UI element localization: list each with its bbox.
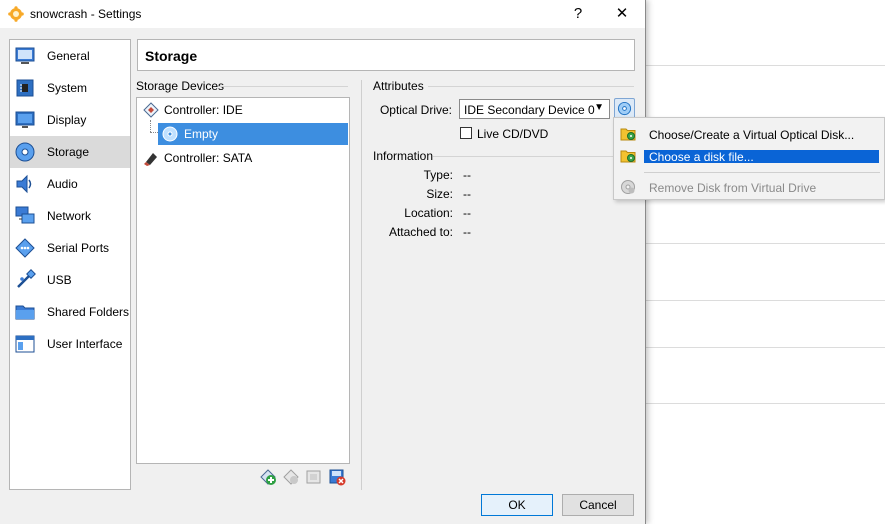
storage-icon (15, 142, 35, 162)
disk-file-folder-icon (620, 150, 636, 163)
page-header: Storage (137, 39, 635, 71)
sidebar-item-label: Shared Folders (47, 305, 130, 319)
usb-icon (17, 269, 36, 288)
menu-item-choose-disk-file[interactable]: Choose a disk file... (614, 149, 884, 171)
group-separator (433, 156, 634, 157)
close-button[interactable]: ✕ (611, 4, 633, 24)
storage-tree[interactable]: Controller: IDE Empty Controller: SATA (136, 97, 350, 464)
remove-attachment-icon[interactable] (328, 468, 346, 486)
menu-separator (644, 172, 880, 173)
sidebar-item-shared-folders[interactable]: Shared Folders (10, 296, 130, 328)
add-controller-icon[interactable] (259, 468, 277, 486)
info-location-value: -- (463, 206, 471, 220)
info-size-value: -- (463, 187, 471, 201)
sidebar-item-label: User Interface (47, 337, 123, 351)
optical-drive-label: Optical Drive: (379, 103, 452, 117)
cancel-button[interactable]: Cancel (562, 494, 634, 516)
menu-item-choose-create-disk[interactable]: Choose/Create a Virtual Optical Disk... (614, 123, 884, 145)
sata-controller-icon (144, 153, 157, 166)
settings-sidebar: General System Display Storage Audio Net… (9, 39, 131, 490)
page-title: Storage (145, 48, 198, 64)
chevron-down-icon: ▼ (594, 102, 604, 113)
sidebar-item-label: Storage (47, 145, 90, 159)
sidebar-item-network[interactable]: Network (10, 200, 130, 232)
background-divider (646, 347, 885, 348)
background-divider (646, 65, 885, 66)
remove-disk-icon (621, 180, 635, 194)
sidebar-item-storage[interactable]: Storage (10, 136, 130, 168)
menu-item-label: Remove Disk from Virtual Drive (649, 181, 817, 195)
user-interface-icon (15, 335, 35, 353)
tree-item-label: Empty (184, 127, 219, 141)
tree-item-label: Controller: IDE (164, 103, 243, 117)
general-icon (15, 47, 35, 64)
optical-disc-icon (617, 101, 632, 116)
tree-connector (150, 132, 158, 134)
serial-ports-icon (15, 238, 35, 258)
storage-devices-title: Storage Devices (136, 79, 225, 93)
menu-item-label: Choose/Create a Virtual Optical Disk... (649, 128, 855, 142)
optical-disc-icon (162, 126, 178, 142)
vertical-separator (361, 80, 362, 490)
sidebar-item-user-interface[interactable]: User Interface (10, 328, 130, 360)
sidebar-item-system[interactable]: System (10, 72, 130, 104)
tree-item-controller-ide[interactable]: Controller: IDE (137, 99, 347, 121)
tree-item-controller-sata[interactable]: Controller: SATA (137, 147, 347, 169)
live-cd-label: Live CD/DVD (477, 127, 549, 141)
sidebar-item-label: Audio (47, 177, 78, 191)
audio-icon (16, 174, 32, 194)
shared-folders-icon (15, 305, 35, 320)
group-separator (428, 86, 634, 87)
window-title: snowcrash - Settings (30, 7, 142, 21)
optical-disk-folder-icon (620, 128, 636, 141)
info-attached-label: Attached to: (388, 225, 453, 239)
information-title: Information (373, 149, 434, 163)
sidebar-item-display[interactable]: Display (10, 104, 130, 136)
tree-item-label: Controller: SATA (164, 151, 253, 165)
sidebar-item-label: Serial Ports (47, 241, 110, 255)
title-bar: snowcrash - Settings ? ✕ (0, 0, 645, 28)
ok-button[interactable]: OK (481, 494, 553, 516)
disk-menu: Choose/Create a Virtual Optical Disk... … (613, 117, 885, 200)
add-attachment-icon[interactable] (305, 468, 323, 486)
info-size-label: Size: (426, 187, 453, 201)
system-icon (16, 79, 34, 97)
display-icon (15, 111, 35, 128)
ide-controller-icon (143, 102, 159, 118)
info-type-value: -- (463, 168, 471, 182)
sidebar-item-label: General (47, 49, 90, 63)
optical-drive-value: IDE Secondary Device 0 (464, 103, 595, 117)
menu-item-remove-disk[interactable]: Remove Disk from Virtual Drive (614, 176, 884, 198)
live-cd-checkbox[interactable] (460, 127, 472, 139)
info-type-label: Type: (423, 168, 453, 182)
menu-item-label: Choose a disk file... (649, 150, 754, 164)
sidebar-item-label: USB (47, 273, 72, 287)
background-divider (646, 243, 885, 244)
sidebar-item-audio[interactable]: Audio (10, 168, 130, 200)
sidebar-item-usb[interactable]: USB (10, 264, 130, 296)
virtualbox-icon (8, 6, 24, 22)
choose-disk-button[interactable] (614, 98, 635, 119)
info-location-label: Location: (404, 206, 453, 220)
background-divider (646, 403, 885, 404)
sidebar-item-label: Display (47, 113, 87, 127)
sidebar-item-serial-ports[interactable]: Serial Ports (10, 232, 130, 264)
tree-connector (150, 120, 152, 132)
optical-drive-select[interactable]: IDE Secondary Device 0 ▼ (459, 99, 610, 119)
help-button[interactable]: ? (567, 4, 589, 24)
network-icon (15, 206, 35, 224)
sidebar-item-label: System (47, 81, 88, 95)
background-divider (646, 300, 885, 301)
group-separator (218, 86, 348, 87)
remove-controller-icon[interactable] (282, 468, 300, 486)
sidebar-item-general[interactable]: General (10, 40, 130, 72)
attributes-title: Attributes (373, 79, 424, 93)
settings-dialog: snowcrash - Settings ? ✕ General System … (0, 0, 646, 524)
sidebar-item-label: Network (47, 209, 92, 223)
info-attached-value: -- (463, 225, 471, 239)
tree-item-empty-disc[interactable]: Empty (158, 123, 348, 145)
